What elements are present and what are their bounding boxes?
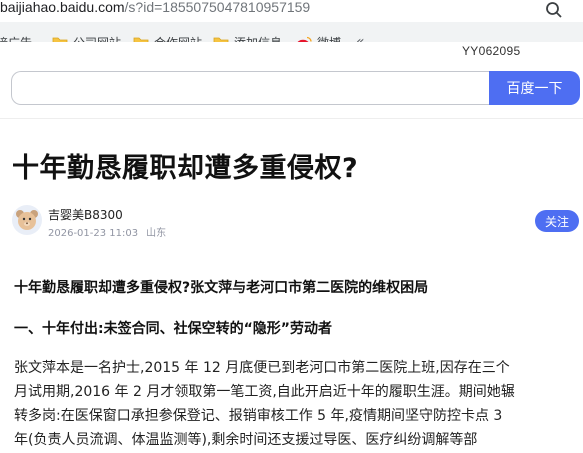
article-title: 十年勤恳履职却遭多重侵权? — [12, 153, 359, 184]
article-meta: 2026-01-23 11:03 山东 — [48, 224, 174, 239]
paragraph-line: 月试用期,2016 年 2 月才领取第一笔工资,自此开启近十年的履职生涯。期间她… — [14, 384, 515, 400]
search-button[interactable]: 百度一下 — [489, 71, 580, 105]
paragraph-line: 转多岗:在医保窗口承担参保登记、报销审核工作 5 年,疫情期间坚守防控卡点 3 — [14, 408, 503, 424]
article-subtitle: 十年勤恳履职却遭多重侵权?张文萍与老河口市第二医院的维权困局 — [14, 280, 429, 296]
watermark-text: YY062095 — [462, 44, 521, 58]
publish-location: 山东 — [146, 228, 167, 239]
follow-button[interactable]: 关注 — [535, 210, 579, 232]
section-heading: 一、十年付出:未签合同、社保空转的“隐形”劳动者 — [14, 321, 332, 337]
url-path: /s?id=1855075047810957159 — [124, 0, 311, 15]
publish-date: 2026-01-23 11:03 — [48, 228, 139, 239]
address-bar[interactable]: baijiahao.baidu.com/s?id=185507504781095… — [0, 0, 583, 20]
article-paragraph: 张文萍本是一名护士,2015 年 12 月底便已到老河口市第二医院上班,因存在三… — [14, 356, 583, 452]
search-input[interactable] — [11, 71, 491, 105]
header-divider — [0, 118, 583, 119]
author-name[interactable]: 吉婴美B8300 — [48, 206, 123, 223]
paragraph-line: 张文萍本是一名护士,2015 年 12 月底便已到老河口市第二医院上班,因存在三… — [14, 360, 510, 376]
zoom-icon[interactable] — [545, 1, 563, 19]
url-host: baijiahao.baidu.com — [0, 0, 125, 15]
paragraph-line: 年(负责人员流调、体温监测等),剩余时间还支援过导医、医疗纠纷调解等部 — [14, 432, 478, 448]
author-avatar[interactable] — [12, 205, 42, 235]
url-text[interactable]: baijiahao.baidu.com/s?id=185507504781095… — [0, 0, 310, 15]
